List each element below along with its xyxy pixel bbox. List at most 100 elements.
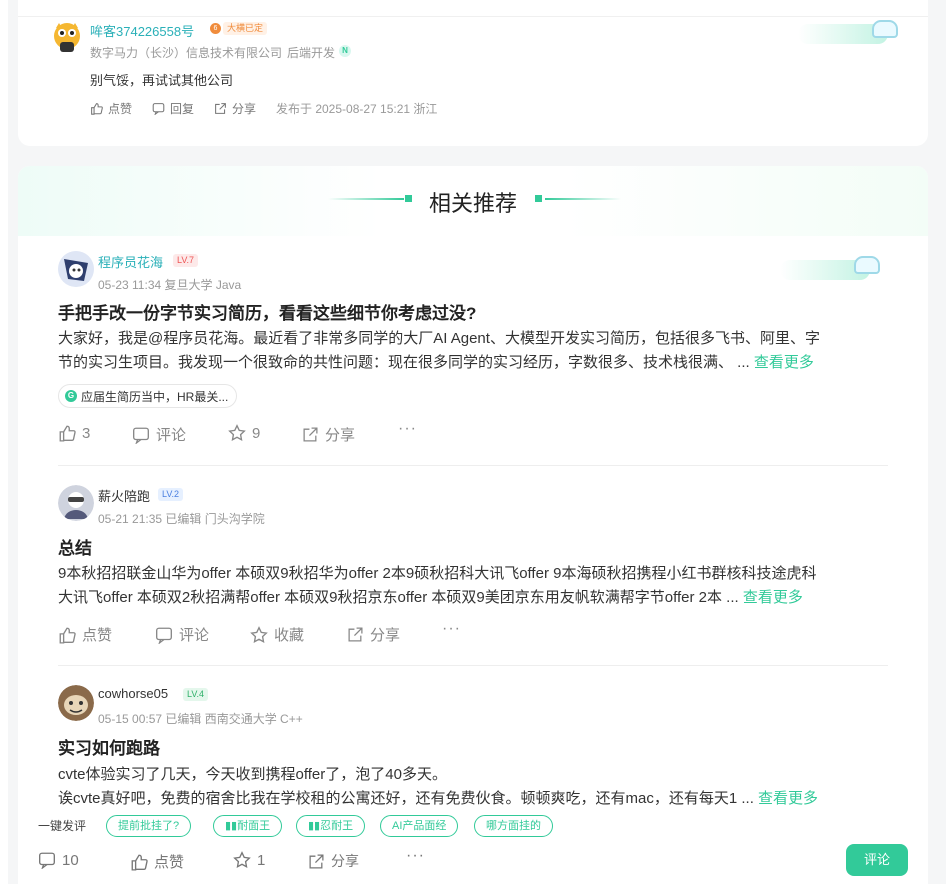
see-more-link[interactable]: 查看更多 xyxy=(754,354,814,371)
post-title[interactable]: 手把手改一份字节实习简历，看看这些细节你考虑过没? xyxy=(58,299,476,324)
post-body[interactable]: cvte体验实习了几天，今天收到携程offer了，泡了40多天。 诶cvte真好… xyxy=(58,763,888,811)
section-title: 相关推荐 xyxy=(428,191,517,216)
star-count: 9 xyxy=(252,424,261,442)
see-more-link[interactable]: 查看更多 xyxy=(743,589,803,606)
share-icon xyxy=(348,627,363,642)
avatar[interactable] xyxy=(58,251,94,287)
like-button[interactable]: 点赞 xyxy=(58,624,112,645)
post-body-text: 诶cvte真好吧，免费的宿舍比我在学校租的公寓还好，还有免费伙食。顿顿爽吃，还有… xyxy=(58,790,754,807)
topic-tag[interactable]: G 应届生简历当中，HR最关... xyxy=(58,384,238,408)
avatar[interactable] xyxy=(52,20,82,54)
comment-text: 别气馁，再试试其他公司 xyxy=(90,73,234,88)
quick-comment-chip[interactable]: AI产品面经 xyxy=(380,815,459,837)
star-icon xyxy=(250,625,268,643)
post-body[interactable]: 9本秋招招联金山华为offer 本硕双9秋招华为offer 2本9硕秋招科大讯飞… xyxy=(58,562,888,610)
share-icon xyxy=(215,103,226,114)
share-button[interactable]: 分享 xyxy=(347,624,400,645)
see-more-link[interactable]: 查看更多 xyxy=(758,790,818,807)
comment-button[interactable]: 评论 xyxy=(155,624,209,645)
post-title[interactable]: 总结 xyxy=(58,534,92,559)
star-button[interactable]: 9 xyxy=(228,424,260,442)
post-meta: 05-15 00:57 已编辑 西南交通大学 C++ xyxy=(98,712,303,726)
divider xyxy=(58,665,888,666)
more-icon[interactable]: ··· xyxy=(442,620,461,638)
quick-comment-chip[interactable]: 提前批挂了? xyxy=(106,815,192,837)
reply-label: 回复 xyxy=(170,102,195,116)
quick-comment-chip[interactable]: 哪方面挂的 xyxy=(474,815,553,837)
share-label: 分享 xyxy=(232,102,257,116)
topic-label: 应届生简历当中，HR最关... xyxy=(81,389,229,404)
chip-label: 耐面王 xyxy=(237,820,271,832)
avatar[interactable] xyxy=(58,685,94,721)
emoji-icon: ▮▮ xyxy=(308,820,321,832)
like-button[interactable]: 3 xyxy=(58,424,90,442)
reply-button[interactable]: 回复 xyxy=(152,100,194,117)
quick-comment-chip[interactable]: ▮▮耐面王 xyxy=(213,815,283,837)
comment-label: 评论 xyxy=(179,627,210,644)
share-button[interactable]: 分享 xyxy=(302,424,355,445)
star-count: 1 xyxy=(257,851,266,869)
thumb-up-icon xyxy=(131,854,148,871)
post-body[interactable]: 大家好，我是@程序员花海。最近看了非常多同学的大厂AI Agent、大模型开发实… xyxy=(58,327,888,375)
thumb-up-icon xyxy=(59,627,76,644)
level-badge: LV.4 xyxy=(183,688,209,701)
post-body-text: 大讯飞offer 本硕双2秋招满帮offer 本硕双9秋招京东offer 本硕双… xyxy=(58,589,739,606)
share-label: 分享 xyxy=(325,427,356,444)
comment-count-button[interactable]: 10 xyxy=(38,851,79,869)
like-label: 点赞 xyxy=(108,102,133,116)
level-badge: LV.2 xyxy=(158,488,184,501)
post-body-text: 节的实习生项目。我发现一个很致命的共性问题：现在很多同学的实习经历，字数很多、技… xyxy=(58,354,750,371)
company-name: 数字马力（长沙）信息技术有限公司 xyxy=(90,46,283,60)
post-body-line: 大讯飞offer 本硕双2秋招满帮offer 本硕双9秋招京东offer 本硕双… xyxy=(58,586,888,610)
share-label: 分享 xyxy=(370,627,401,644)
share-button[interactable]: 分享 xyxy=(308,851,359,871)
star-icon xyxy=(228,424,246,442)
avatar[interactable] xyxy=(58,485,94,521)
comment-username[interactable]: 哞客374226558号 xyxy=(90,21,194,40)
thumb-up-icon xyxy=(91,103,103,115)
share-label: 分享 xyxy=(331,853,359,869)
comment-button[interactable]: 评论 xyxy=(132,424,186,445)
share-button[interactable]: 分享 xyxy=(214,100,256,117)
medal-icon: 6 xyxy=(210,23,221,34)
post-meta: 05-21 21:35 已编辑 门头沟学院 xyxy=(98,512,265,526)
post-title[interactable]: 实习如何跑路 xyxy=(58,734,160,759)
like-button[interactable]: 点赞 xyxy=(90,100,132,117)
like-button[interactable]: 点赞 xyxy=(130,851,184,872)
level-badge: LV.7 xyxy=(173,254,199,267)
post-author[interactable]: 程序员花海 xyxy=(98,252,163,271)
decoration xyxy=(788,14,918,54)
star-button[interactable]: 1 xyxy=(233,851,265,869)
quick-comment-chip[interactable]: ▮▮忍耐王 xyxy=(296,815,366,837)
star-icon xyxy=(233,851,251,869)
more-icon[interactable]: ··· xyxy=(406,847,425,865)
title-dot-right xyxy=(535,195,542,202)
submit-comment-button[interactable]: 评论 xyxy=(846,844,908,876)
comment-count: 10 xyxy=(62,851,79,869)
post-author[interactable]: cowhorse05 xyxy=(98,686,168,701)
publish-time: 发布于 2025-08-27 15:21 浙江 xyxy=(276,102,438,116)
like-count: 3 xyxy=(82,424,91,442)
emoji-icon: ▮▮ xyxy=(225,820,238,832)
title-line-right xyxy=(545,198,621,200)
share-icon xyxy=(303,427,318,442)
comment-icon xyxy=(156,627,172,644)
chip-label: 忍耐王 xyxy=(320,820,354,832)
thumb-up-icon xyxy=(59,425,76,442)
post-author[interactable]: 薪火陪跑 xyxy=(98,486,150,505)
topic-icon: G xyxy=(65,390,77,402)
share-icon xyxy=(309,853,324,869)
comment-icon xyxy=(152,103,165,115)
post-body-line: 节的实习生项目。我发现一个很致命的共性问题：现在很多同学的实习经历，字数很多、技… xyxy=(58,351,888,375)
divider xyxy=(58,465,888,466)
star-label: 收藏 xyxy=(274,627,305,644)
comment-icon xyxy=(39,852,55,869)
post-meta: 05-23 11:34 复旦大学 Java xyxy=(98,278,242,292)
post-body-line: 大家好，我是@程序员花海。最近看了非常多同学的大厂AI Agent、大模型开发实… xyxy=(58,330,820,347)
left-edge xyxy=(0,0,8,884)
more-icon[interactable]: ··· xyxy=(398,420,417,438)
star-button[interactable]: 收藏 xyxy=(250,624,304,645)
post-decoration xyxy=(770,250,900,290)
like-label: 点赞 xyxy=(82,627,113,644)
quick-comment-label: 一键发评 xyxy=(38,819,87,833)
